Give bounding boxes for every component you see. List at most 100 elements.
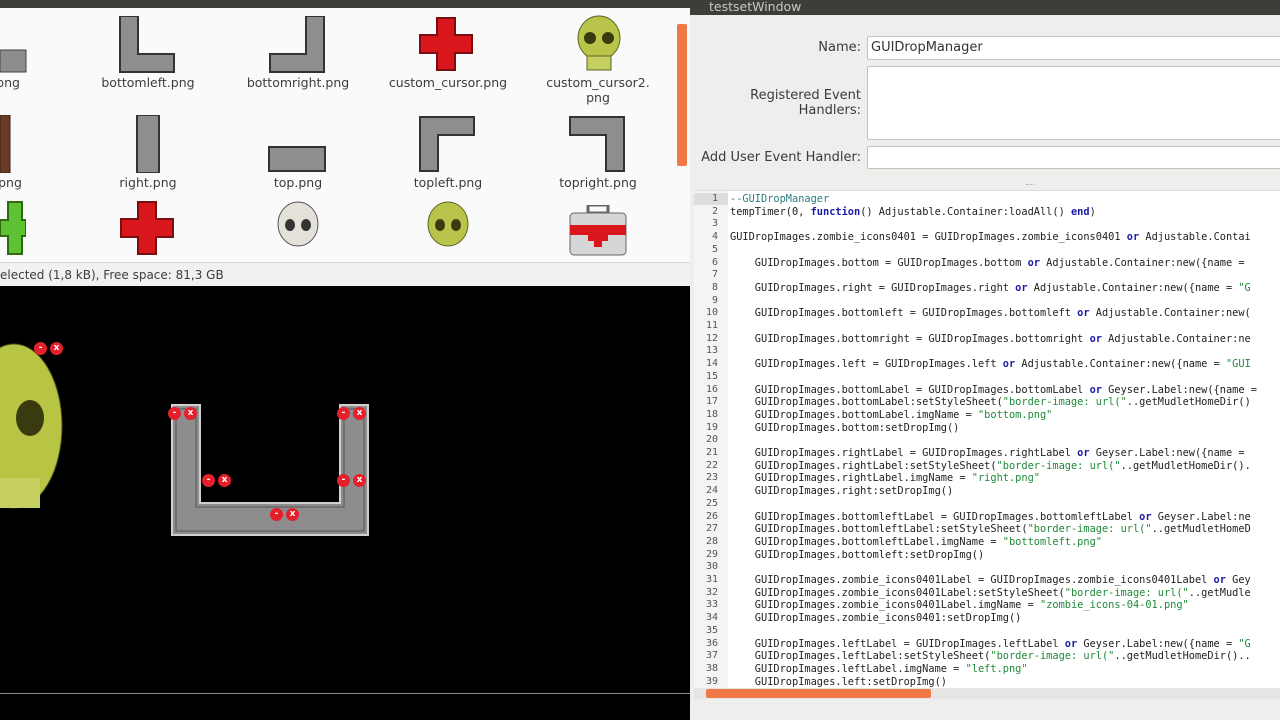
- close-button[interactable]: x: [218, 474, 231, 487]
- name-label: Name:: [818, 40, 861, 55]
- minimize-button[interactable]: -: [34, 342, 47, 355]
- skull-icon[interactable]: [575, 14, 623, 74]
- file-manager-scrollbar[interactable]: [677, 24, 687, 166]
- minimize-button[interactable]: -: [337, 407, 350, 420]
- code-editor[interactable]: 1 --GUIDropManager 2 tempTimer(0, function(…: [694, 190, 1280, 688]
- minimize-button[interactable]: -: [202, 474, 215, 487]
- line-number: 24: [705, 485, 718, 497]
- line-number: 19: [705, 421, 718, 433]
- code-line: GUIDropImages.bottomleftLabel:setStyleSh…: [730, 523, 1251, 536]
- file-label[interactable]: bottomright.png: [228, 75, 368, 90]
- code-line: GUIDropImages.bottomLabel.imgName = "bot…: [730, 408, 1053, 421]
- line-number: 34: [705, 612, 718, 624]
- line-number: 27: [705, 523, 718, 535]
- test-set-window: testsetWindow Name: GUIDropManager Regis…: [690, 0, 1280, 720]
- code-line: GUIDropImages.bottom:setDropImg(): [730, 421, 960, 434]
- file-manager-status: elected (1,8 kB), Free space: 81,3 GB: [0, 262, 690, 286]
- horizontal-scrollbar-thumb[interactable]: [706, 689, 931, 698]
- top-image-thumb[interactable]: [268, 145, 326, 173]
- line-number: 9: [711, 294, 718, 306]
- code-line: GUIDropImages.bottomLabel:setStyleSheet(…: [730, 396, 1251, 409]
- close-button[interactable]: x: [286, 508, 299, 521]
- skull-icon[interactable]: [0, 338, 68, 520]
- line-number: 14: [705, 358, 718, 370]
- line-number: 3: [711, 218, 718, 230]
- line-number: 12: [705, 332, 718, 344]
- line-number: 33: [705, 599, 718, 611]
- red-cross-icon[interactable]: [119, 200, 175, 256]
- divider: [0, 693, 690, 694]
- name-field[interactable]: GUIDropManager: [867, 36, 1280, 60]
- file-label[interactable]: topright.png: [528, 175, 668, 190]
- line-number: 21: [705, 447, 718, 458]
- file-label[interactable]: right.png: [78, 175, 218, 190]
- close-button[interactable]: x: [50, 342, 63, 355]
- line-number: 36: [705, 637, 718, 649]
- right-image-thumb[interactable]: [133, 115, 163, 173]
- minimize-button[interactable]: -: [337, 474, 350, 487]
- skull-icon[interactable]: [426, 200, 470, 258]
- line-number: 13: [705, 345, 718, 357]
- line-number: 17: [705, 396, 718, 408]
- line-number: 7: [711, 269, 718, 281]
- file-manager: m.png bottomleft.png bottomright.png cus…: [0, 0, 690, 286]
- code-line: GUIDropImages.bottomleftLabel.imgName = …: [730, 535, 1102, 548]
- close-button[interactable]: x: [353, 407, 366, 420]
- topleft-image-thumb[interactable]: [418, 115, 476, 173]
- line-number: 37: [705, 650, 718, 662]
- line-number: 25: [705, 497, 718, 509]
- code-line: GUIDropImages.leftLabel:setStyleSheet("b…: [730, 650, 1251, 663]
- line-number: 38: [705, 662, 718, 674]
- line-number: 29: [705, 548, 718, 560]
- line-number: 20: [705, 434, 718, 446]
- line-number: 31: [705, 574, 718, 585]
- code-line: GUIDropImages.zombie_icons0401Label.imgN…: [730, 599, 1189, 612]
- code-line: GUIDropImages.bottomleft:setDropImg(): [730, 548, 985, 561]
- line-number: 6: [711, 256, 718, 268]
- topright-image-thumb[interactable]: [568, 115, 626, 173]
- code-line: GUIDropImages.bottomright = GUIDropImage…: [730, 332, 1251, 345]
- file-label[interactable]: topleft.png: [378, 175, 518, 190]
- code-line: GUIDropImages.zombie_icons0401:setDropIm…: [730, 612, 1022, 625]
- window-title: testsetWindow: [690, 0, 1280, 15]
- green-cross-icon[interactable]: [0, 200, 26, 256]
- code-line: GUIDropImages.right:setDropImg(): [730, 485, 954, 498]
- code-line: GUIDropImages.rightLabel.imgName = "righ…: [730, 472, 1040, 485]
- registered-handlers-list[interactable]: [867, 66, 1280, 140]
- file-label[interactable]: top.png: [228, 175, 368, 190]
- line-number: 1: [711, 193, 718, 204]
- file-label[interactable]: m.png: [0, 75, 70, 90]
- code-line: GUIDropImages.leftLabel.imgName = "left.…: [730, 662, 1028, 675]
- file-label[interactable]: bottomleft.png: [78, 75, 218, 90]
- code-line: GUIDropImages.bottomleft = GUIDropImages…: [730, 307, 1251, 320]
- game-canvas: - x - x - x - x - x - x: [0, 286, 690, 720]
- file-label[interactable]: custom_cursor.png: [378, 75, 518, 90]
- code-line: GUIDropImages.zombie_icons0401Label = GU…: [730, 574, 1251, 586]
- file-label[interactable]: png: [0, 175, 80, 190]
- bottom-image-thumb[interactable]: [0, 16, 28, 74]
- line-number: 22: [705, 459, 718, 471]
- bottomright-image-thumb[interactable]: [268, 16, 326, 74]
- red-cross-icon[interactable]: [418, 16, 474, 72]
- code-line: --GUIDropManager: [730, 193, 830, 205]
- file-manager-titlebar: [0, 0, 690, 8]
- bottomleft-image-thumb[interactable]: [118, 16, 176, 74]
- skull-icon[interactable]: [276, 200, 320, 258]
- code-line: GUIDropImages.rightLabel:setStyleSheet("…: [730, 459, 1251, 472]
- line-number: 11: [705, 320, 718, 331]
- close-button[interactable]: x: [184, 407, 197, 420]
- line-number: 18: [705, 408, 718, 420]
- line-number: 26: [705, 510, 718, 522]
- minimize-button[interactable]: -: [270, 508, 283, 521]
- minimize-button[interactable]: -: [168, 407, 181, 420]
- line-number: 32: [705, 586, 718, 598]
- line-number: 8: [711, 281, 718, 293]
- file-label[interactable]: custom_cursor2. png: [528, 75, 668, 105]
- code-line: tempTimer(0, function() Adjustable.Conta…: [730, 205, 1096, 218]
- add-handler-input[interactable]: [867, 146, 1280, 169]
- close-button[interactable]: x: [353, 474, 366, 487]
- left-image-thumb[interactable]: [0, 115, 12, 173]
- line-number: 23: [705, 472, 718, 484]
- first-aid-kit-icon[interactable]: [568, 205, 628, 257]
- splitter-handle[interactable]: [1026, 184, 1034, 187]
